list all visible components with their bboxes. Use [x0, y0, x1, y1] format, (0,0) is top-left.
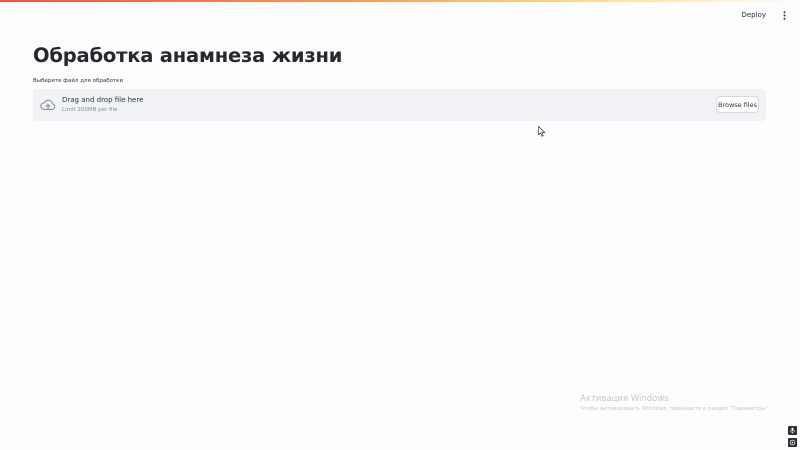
mouse-cursor-icon [538, 126, 546, 137]
settings-icon [789, 439, 796, 446]
cloud-upload-icon [40, 99, 56, 110]
watermark-title: Активация Windows [580, 394, 669, 404]
watermark-subtitle: Чтобы активировать Windows, перейдите в … [580, 406, 770, 412]
microphone-icon [790, 427, 795, 434]
file-size-limit: Limit 200MB per file [62, 107, 118, 113]
header-toolbar: Deploy [737, 7, 790, 23]
dropzone-instructions: Drag and drop file here [62, 96, 144, 104]
main-menu-button[interactable] [778, 8, 790, 22]
file-dropzone[interactable]: Drag and drop file here Limit 200MB per … [33, 89, 766, 121]
browse-files-button[interactable]: Browse files [716, 96, 759, 113]
top-decoration-bar [0, 0, 800, 2]
settings-button[interactable] [788, 438, 797, 447]
deploy-button[interactable]: Deploy [737, 9, 770, 21]
microphone-button[interactable] [788, 426, 797, 435]
page-title: Обработка анамнеза жизни [33, 44, 343, 67]
vertical-ellipsis-icon [783, 10, 785, 20]
windows-activation-watermark: Активация Windows Чтобы активировать Win… [580, 394, 770, 412]
app-page: Deploy Обработка анамнеза жизни Выберите… [0, 0, 800, 450]
file-uploader-label: Выберите файл для обработки [33, 78, 124, 84]
